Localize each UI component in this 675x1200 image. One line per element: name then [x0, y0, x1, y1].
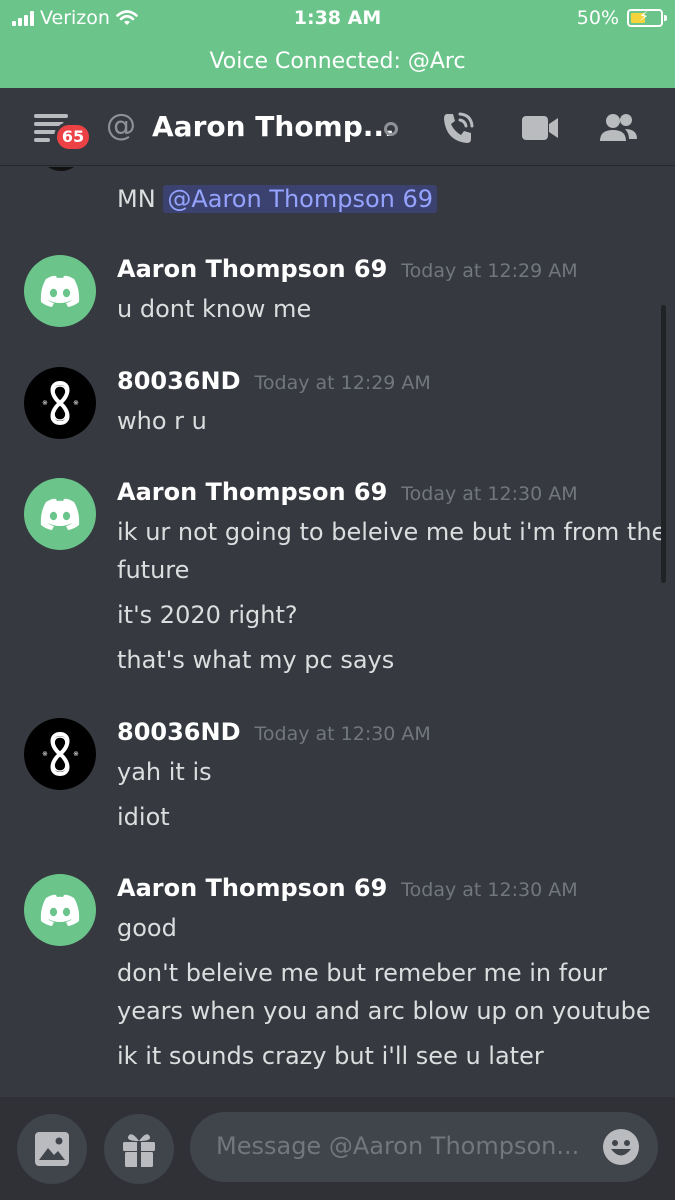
timestamp: Today at 12:30 AM: [401, 483, 578, 505]
avatar[interactable]: ※ ※: [24, 367, 96, 439]
discord-logo-icon: [40, 894, 80, 926]
svg-text:※: ※: [73, 399, 79, 407]
timestamp: Today at 12:29 AM: [401, 260, 578, 282]
battery-percent: 50%: [576, 7, 619, 29]
offline-status-icon: [384, 122, 398, 136]
message-line[interactable]: it's 2020 right?: [117, 601, 298, 629]
message-line[interactable]: years when you and arc blow up on youtub…: [117, 997, 651, 1025]
avatar[interactable]: [38, 167, 84, 171]
message-line[interactable]: good: [117, 914, 177, 942]
timestamp: Today at 12:29 AM: [254, 372, 431, 394]
message-line[interactable]: that's what my pc says: [117, 646, 394, 674]
author-label: Aaron Thompson 69: [117, 478, 388, 506]
infinity-logo-icon: ※ ※: [42, 380, 79, 426]
message-line[interactable]: who r u: [117, 407, 207, 435]
svg-text:※: ※: [42, 750, 48, 758]
voice-connected-banner[interactable]: Voice Connected: @Arc: [0, 38, 675, 88]
message-line[interactable]: yah it is: [117, 758, 212, 786]
avatar[interactable]: ※ ※: [24, 718, 96, 790]
message-line[interactable]: ik it sounds crazy but i'll see u later: [117, 1042, 544, 1070]
message-input-placeholder: Message @Aaron Thompson...: [216, 1132, 580, 1160]
channel-header: 65 @ Aaron Thomp...: [0, 88, 675, 166]
voice-call-icon[interactable]: [438, 108, 478, 148]
message-line[interactable]: u dont know me: [117, 295, 311, 323]
image-icon: [35, 1132, 69, 1166]
infinity-logo-icon: ※ ※: [42, 731, 79, 777]
avatar[interactable]: [24, 478, 96, 550]
message-line[interactable]: idiot: [117, 803, 170, 831]
message-text: MN: [117, 185, 156, 213]
author-name[interactable]: 80036ND Today at 12:29 AM: [117, 367, 431, 395]
members-icon[interactable]: [598, 108, 638, 148]
status-bar: Verizon 1:38 AM 50% ⚡: [0, 0, 675, 38]
channel-title[interactable]: Aaron Thomp...: [152, 110, 395, 143]
gift-button[interactable]: [104, 1114, 174, 1184]
message-line[interactable]: future: [117, 556, 189, 584]
message-input[interactable]: Message @Aaron Thompson...: [190, 1112, 658, 1182]
author-label: Aaron Thompson 69: [117, 255, 388, 283]
battery-info: 50% ⚡: [576, 7, 667, 29]
composer-bar: Message @Aaron Thompson...: [0, 1097, 675, 1200]
author-label: Aaron Thompson 69: [117, 874, 388, 902]
user-mention[interactable]: @Aaron Thompson 69: [163, 185, 438, 213]
author-name[interactable]: Aaron Thompson 69 Today at 12:30 AM: [117, 874, 578, 902]
message-line[interactable]: ik ur not going to beleive me but i'm fr…: [117, 518, 666, 546]
avatar[interactable]: [24, 874, 96, 946]
clock: 1:38 AM: [293, 7, 382, 29]
author-name[interactable]: Aaron Thompson 69 Today at 12:30 AM: [117, 478, 578, 506]
discord-logo-icon: [40, 498, 80, 530]
video-call-icon[interactable]: [520, 108, 560, 148]
battery-icon: ⚡: [627, 9, 667, 27]
timestamp: Today at 12:30 AM: [401, 879, 578, 901]
svg-text:※: ※: [73, 750, 79, 758]
avatar[interactable]: [24, 255, 96, 327]
notification-badge: 65: [54, 122, 92, 152]
author-name[interactable]: Aaron Thompson 69 Today at 12:29 AM: [117, 255, 578, 283]
discord-logo-icon: [40, 275, 80, 307]
svg-text:※: ※: [42, 399, 48, 407]
message-line: MN @Aaron Thompson 69: [117, 185, 438, 213]
author-label: 80036ND: [117, 367, 241, 395]
timestamp: Today at 12:30 AM: [254, 723, 431, 745]
attach-image-button[interactable]: [17, 1114, 87, 1184]
emoji-icon[interactable]: [602, 1128, 640, 1166]
at-icon: @: [106, 108, 136, 143]
author-name[interactable]: 80036ND Today at 12:30 AM: [117, 718, 431, 746]
scrollbar[interactable]: [661, 305, 666, 583]
message-list[interactable]: MN @Aaron Thompson 69 Aaron Thompson 69 T…: [0, 167, 675, 1097]
author-label: 80036ND: [117, 718, 241, 746]
gift-icon: [123, 1134, 155, 1167]
message-line[interactable]: don't beleive me but remeber me in four: [117, 959, 607, 987]
